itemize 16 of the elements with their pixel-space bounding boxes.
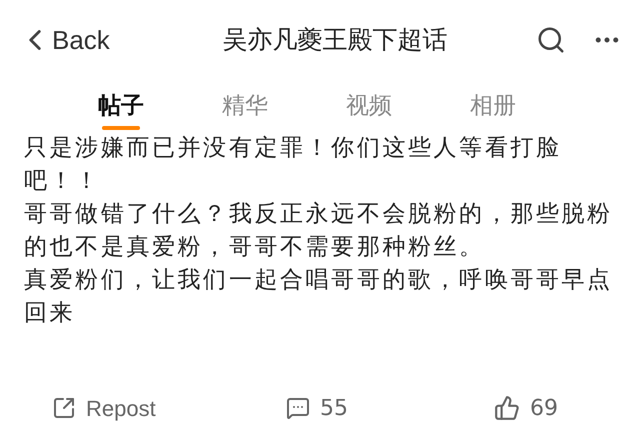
comment-button[interactable]: 55 xyxy=(214,392,424,424)
search-icon[interactable] xyxy=(536,25,566,55)
back-button[interactable]: Back xyxy=(18,20,168,60)
tab[interactable]: 帖子 xyxy=(90,80,152,132)
like-button[interactable]: 69 xyxy=(424,392,558,424)
comment-icon xyxy=(286,396,310,420)
share-icon xyxy=(52,396,76,420)
post-paragraph: 哥哥做错了什么？我反正永远不会脱粉的，那些脱粉的也不是真爱粉，哥哥不需要那种粉丝。 xyxy=(24,200,614,262)
post-paragraph: 真爱粉们，让我们一起合唱哥哥的歌，呼唤哥哥早点回来 xyxy=(24,266,614,328)
post-paragraph: 只是涉嫌而已并没有定罪！你们这些人等看打脸吧！！ xyxy=(24,134,563,196)
thumbs-up-icon xyxy=(494,395,520,421)
repost-button[interactable]: Repost xyxy=(0,392,214,424)
page-title: 吴亦凡夔王殿下超话 xyxy=(222,24,448,56)
tab[interactable]: 视频 xyxy=(338,80,400,132)
tab[interactable]: 精华 xyxy=(214,80,276,132)
tab[interactable]: 相册 xyxy=(462,80,524,132)
